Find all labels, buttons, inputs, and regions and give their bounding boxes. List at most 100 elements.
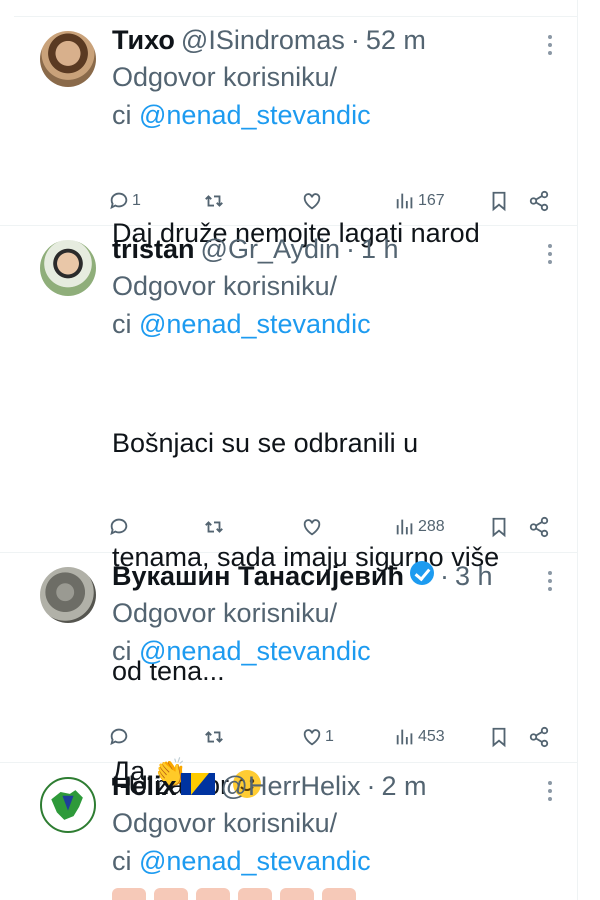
bookmark-icon xyxy=(492,727,506,748)
share-button[interactable] xyxy=(528,187,550,215)
user-handle[interactable]: @ISindromas xyxy=(181,25,345,56)
timestamp[interactable]: 1 h xyxy=(361,234,399,265)
share-button[interactable] xyxy=(528,513,550,541)
bookmark-button[interactable] xyxy=(488,723,510,751)
retweet-icon xyxy=(205,731,223,743)
like-button[interactable] xyxy=(301,513,323,541)
tweet-header: Вукашин Танасијевић · 3 h xyxy=(112,561,492,592)
tweet-header: Helix @HerrHelix · 2 m xyxy=(112,771,426,802)
more-icon[interactable] xyxy=(540,244,560,268)
user-handle[interactable]: @Gr_Aydin xyxy=(201,234,340,265)
avatar[interactable] xyxy=(40,240,96,296)
bookmark-button[interactable] xyxy=(488,513,510,541)
share-icon xyxy=(529,516,549,538)
emoji-icon xyxy=(196,888,230,900)
reply-prefix-2: ci xyxy=(112,636,139,666)
share-icon xyxy=(529,190,549,212)
views-button[interactable]: 167 xyxy=(394,187,445,215)
retweet-icon xyxy=(205,195,223,207)
reply-context: Odgovor korisniku/ ci @nenad_stevandic xyxy=(112,594,371,670)
comment-icon xyxy=(110,728,128,746)
emoji-row-cropped xyxy=(112,888,356,900)
like-count: 1 xyxy=(325,728,334,745)
reply-prefix: Odgovor korisniku/ xyxy=(112,62,338,92)
more-icon[interactable] xyxy=(540,571,560,595)
reply-button[interactable] xyxy=(108,513,132,541)
reply-button[interactable]: 1 xyxy=(108,187,141,215)
separator-dot: · xyxy=(366,771,376,801)
emoji-icon xyxy=(154,888,188,900)
analytics-icon xyxy=(396,519,413,535)
bosnia-map-logo-icon xyxy=(51,790,83,820)
more-icon[interactable] xyxy=(540,781,560,805)
mention-link[interactable]: @nenad_stevandic xyxy=(139,636,371,666)
display-name[interactable]: Тихо xyxy=(112,25,175,56)
mention-link[interactable]: @nenad_stevandic xyxy=(139,846,371,876)
tweet-text-line: Bošnjaci su se odbranili u xyxy=(112,428,419,458)
bookmark-icon xyxy=(492,517,506,538)
emoji-icon xyxy=(112,888,146,900)
verified-badge-icon xyxy=(409,561,434,585)
reply-prefix-2: ci xyxy=(112,309,139,339)
comment-icon xyxy=(110,518,128,536)
reply-prefix: Odgovor korisniku/ xyxy=(112,271,338,301)
separator-dot: · xyxy=(350,25,360,55)
emoji-icon xyxy=(238,888,272,900)
timestamp[interactable]: 2 m xyxy=(381,771,426,802)
reply-prefix-2: ci xyxy=(112,846,139,876)
reply-prefix-2: ci xyxy=(112,100,139,130)
reply-prefix: Odgovor korisniku/ xyxy=(112,808,338,838)
bookmark-icon xyxy=(492,191,506,212)
analytics-icon xyxy=(396,193,413,209)
avatar[interactable] xyxy=(40,31,96,87)
like-button[interactable] xyxy=(301,187,323,215)
top-divider xyxy=(0,0,578,17)
tweet-3[interactable]: Вукашин Танасијевић · 3 h Odgovor korisn… xyxy=(0,553,578,787)
tweet-2[interactable]: tristan @Gr_Aydin · 1 h Odgovor korisnik… xyxy=(0,226,578,800)
display-name[interactable]: tristan xyxy=(112,234,195,265)
heart-icon xyxy=(303,193,321,210)
comment-icon xyxy=(110,192,128,210)
emoji-icon xyxy=(322,888,356,900)
action-bar: 1 453 xyxy=(108,723,568,751)
analytics-icon xyxy=(396,729,413,745)
user-handle[interactable]: @HerrHelix xyxy=(221,771,361,802)
mention-link[interactable]: @nenad_stevandic xyxy=(139,100,371,130)
reply-button[interactable] xyxy=(108,723,132,751)
separator-dot: · xyxy=(346,234,356,264)
like-button[interactable]: 1 xyxy=(301,723,334,751)
tweet-4[interactable]: Helix @HerrHelix · 2 m Odgovor korisniku… xyxy=(0,763,578,900)
views-button[interactable]: 453 xyxy=(394,723,445,751)
reply-context: Odgovor korisniku/ ci @nenad_stevandic xyxy=(112,804,371,880)
share-button[interactable] xyxy=(528,723,550,751)
reply-context: Odgovor korisniku/ ci @nenad_stevandic xyxy=(112,267,371,343)
tweet-header: Тихо @ISindromas · 52 m xyxy=(112,25,426,56)
mention-link[interactable]: @nenad_stevandic xyxy=(139,309,371,339)
avatar[interactable] xyxy=(40,567,96,623)
retweet-button[interactable] xyxy=(203,723,225,751)
timestamp[interactable]: 3 h xyxy=(455,561,493,592)
views-count: 453 xyxy=(418,728,445,745)
reply-prefix: Odgovor korisniku/ xyxy=(112,598,338,628)
separator-dot: · xyxy=(439,561,449,591)
reply-context: Odgovor korisniku/ ci @nenad_stevandic xyxy=(112,58,371,134)
bosnia-flag-emoji-icon xyxy=(180,773,215,795)
display-name[interactable]: Helix xyxy=(112,771,177,802)
tweet-header: tristan @Gr_Aydin · 1 h xyxy=(112,234,399,265)
views-button[interactable]: 288 xyxy=(394,513,445,541)
retweet-button[interactable] xyxy=(203,187,225,215)
heart-icon xyxy=(303,519,321,536)
action-bar: 1 167 xyxy=(108,187,568,215)
heart-icon xyxy=(303,729,321,746)
avatar[interactable] xyxy=(40,777,96,833)
more-icon[interactable] xyxy=(540,35,560,59)
tweet-1[interactable]: Тихо @ISindromas · 52 m Odgovor korisnik… xyxy=(0,17,578,248)
bookmark-button[interactable] xyxy=(488,187,510,215)
views-count: 288 xyxy=(418,518,445,535)
reply-count: 1 xyxy=(132,192,141,209)
timestamp[interactable]: 52 m xyxy=(366,25,426,56)
display-name[interactable]: Вукашин Танасијевић xyxy=(112,561,404,592)
emoji-icon xyxy=(280,888,314,900)
share-icon xyxy=(529,726,549,748)
retweet-button[interactable] xyxy=(203,513,225,541)
